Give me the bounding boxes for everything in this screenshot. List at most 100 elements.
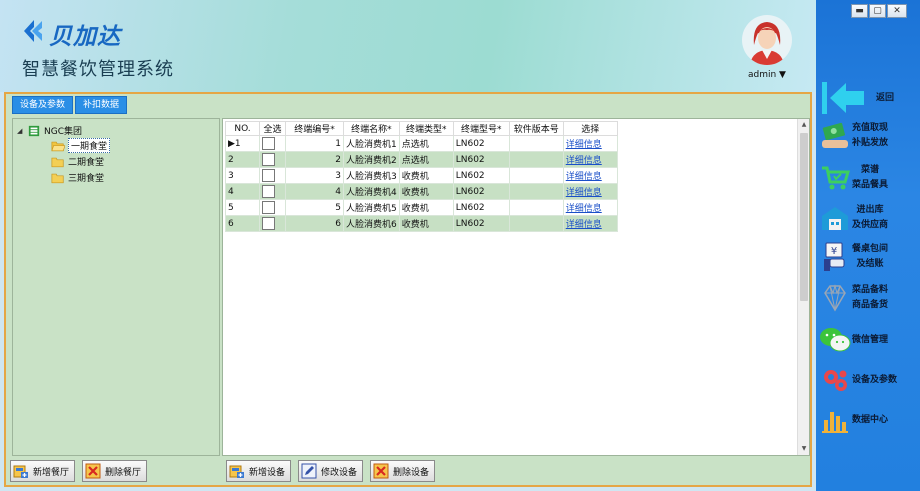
- row-checkbox-cell: [259, 199, 286, 216]
- detail-link[interactable]: 详细信息: [566, 140, 602, 150]
- cell-model: LN602: [452, 183, 510, 200]
- delete-canteen-label: 删除餐厅: [105, 467, 142, 478]
- row-checkbox[interactable]: [262, 201, 275, 214]
- avatar-icon: [742, 15, 792, 65]
- tab-devices-params[interactable]: 设备及参数: [12, 96, 74, 114]
- table-row[interactable]: ▶1 1 人脸消费机1 点选机 LN602 详细信息: [225, 135, 618, 152]
- minimize-button[interactable]: ▬: [851, 4, 868, 18]
- cell-name: 人脸消费机6: [343, 215, 400, 232]
- col-terminal-id[interactable]: 终端编号*: [285, 121, 344, 136]
- cell-detail: 详细信息: [562, 215, 618, 232]
- folder-open-icon: [51, 141, 65, 151]
- col-select-all[interactable]: 全选: [259, 121, 286, 136]
- nav-item-tables[interactable]: ¥ 餐桌包间 及结账: [818, 241, 918, 273]
- table-row[interactable]: 5 5 人脸消费机5 收费机 LN602 详细信息: [225, 199, 618, 216]
- add-device-button[interactable]: 新增设备: [226, 460, 292, 482]
- cell-version: [508, 215, 564, 232]
- tree-item-canteen-3[interactable]: 三期食堂: [51, 170, 104, 185]
- nav-item-devices[interactable]: 设备及参数: [818, 364, 918, 396]
- row-checkbox[interactable]: [262, 169, 275, 182]
- cell-id: 3: [285, 167, 344, 184]
- cell-name: 人脸消费机1: [343, 135, 400, 152]
- row-checkbox[interactable]: [262, 185, 275, 198]
- scroll-down-icon[interactable]: ▼: [798, 443, 810, 455]
- folder-icon: [51, 157, 64, 167]
- maximize-button[interactable]: ▢: [869, 4, 886, 18]
- row-checkbox-cell: [259, 167, 286, 184]
- row-checkbox[interactable]: [262, 153, 275, 166]
- col-software-version[interactable]: 软件版本号: [508, 121, 564, 136]
- row-number: 3: [225, 167, 260, 184]
- col-terminal-name[interactable]: 终端名称*: [343, 121, 400, 136]
- org-tree-icon: [28, 125, 40, 136]
- detail-link[interactable]: 详细信息: [566, 188, 602, 198]
- tree-item-canteen-2[interactable]: 二期食堂: [51, 154, 104, 169]
- device-grid-panel: NO. 全选 终端编号* 终端名称* 终端类型* 终端型号* 软件版本号 选择 …: [222, 118, 810, 456]
- row-number: ▶1: [225, 135, 260, 152]
- scroll-up-icon[interactable]: ▲: [798, 119, 810, 131]
- vertical-scrollbar[interactable]: ▲ ▼: [797, 119, 809, 455]
- cell-name: 人脸消费机3: [343, 167, 400, 184]
- nav-item-menu[interactable]: 菜谱 菜品餐具: [818, 162, 918, 194]
- collapse-icon[interactable]: ◢: [17, 127, 27, 135]
- delete-canteen-button[interactable]: 删除餐厅: [82, 460, 148, 482]
- delete-device-button[interactable]: 删除设备: [370, 460, 436, 482]
- canteen-tree: ◢ NGC集团 一期食堂 二期食堂 三期食堂: [12, 118, 220, 456]
- nav-label-group: 餐桌包间 及结账: [852, 242, 888, 272]
- add-device-label: 新增设备: [249, 467, 286, 478]
- edit-device-label: 修改设备: [321, 467, 358, 478]
- add-device-icon: [229, 465, 244, 478]
- cell-name: 人脸消费机5: [343, 199, 400, 216]
- cell-version: [508, 151, 564, 168]
- col-terminal-model[interactable]: 终端型号*: [452, 121, 510, 136]
- scroll-thumb[interactable]: [800, 133, 808, 301]
- detail-link[interactable]: 详细信息: [566, 156, 602, 166]
- tree-item-label: 二期食堂: [68, 158, 105, 168]
- row-checkbox[interactable]: [262, 217, 275, 230]
- col-terminal-type[interactable]: 终端类型*: [398, 121, 454, 136]
- cell-name: 人脸消费机2: [343, 151, 400, 168]
- nav-item-back[interactable]: 返回: [818, 80, 918, 116]
- add-canteen-button[interactable]: 新增餐厅: [10, 460, 76, 482]
- cell-detail: 详细信息: [562, 167, 618, 184]
- cell-id: 1: [285, 135, 344, 152]
- nav-item-wechat[interactable]: 微信管理: [818, 324, 918, 356]
- nav-item-inventory[interactable]: 进出库 及供应商: [818, 202, 918, 234]
- detail-link[interactable]: 详细信息: [566, 220, 602, 230]
- nav-label-devices: 设备及参数: [852, 374, 898, 385]
- folder-icon: [51, 173, 64, 183]
- nav-label-recharge: 充值取现: [852, 123, 889, 133]
- cell-type: 收费机: [398, 215, 454, 232]
- edit-device-button[interactable]: 修改设备: [298, 460, 364, 482]
- row-checkbox[interactable]: [262, 137, 275, 150]
- row-checkbox-cell: [259, 183, 286, 200]
- table-row[interactable]: 3 3 人脸消费机3 收费机 LN602 详细信息: [225, 167, 618, 184]
- close-button[interactable]: ✕: [887, 4, 907, 18]
- row-number-text: 2: [228, 154, 234, 165]
- table-row[interactable]: 2 2 人脸消费机2 点选机 LN602 详细信息: [225, 151, 618, 168]
- nav-item-prep[interactable]: 菜品备料 商品备货: [818, 282, 918, 314]
- detail-link[interactable]: 详细信息: [566, 172, 602, 182]
- row-checkbox-cell: [259, 215, 286, 232]
- table-row[interactable]: 6 6 人脸消费机6 收费机 LN602 详细信息: [225, 215, 618, 232]
- system-title: 智慧餐饮管理系统: [22, 59, 174, 80]
- tree-item-canteen-1[interactable]: 一期食堂: [51, 138, 111, 153]
- cell-model: LN602: [452, 135, 510, 152]
- row-number-text: 4: [228, 186, 234, 197]
- table-row[interactable]: 4 4 人脸消费机4 收费机 LN602 详细信息: [225, 183, 618, 200]
- nav-item-data[interactable]: 数据中心: [818, 404, 918, 436]
- tree-root-label: NGC集团: [44, 127, 82, 137]
- user-menu[interactable]: admin ▼: [748, 70, 786, 80]
- detail-link[interactable]: 详细信息: [566, 204, 602, 214]
- nav-label-group: 充值取现 补贴发放: [852, 121, 888, 151]
- tree-root[interactable]: ◢ NGC集团: [17, 123, 82, 138]
- nav-label-stock: 商品备货: [852, 300, 889, 310]
- back-arrow-icon: [818, 80, 870, 116]
- nav-label-checkout: 及结账: [856, 259, 884, 269]
- brand-name: 贝加达: [49, 24, 121, 50]
- cell-model: LN602: [452, 167, 510, 184]
- nav-item-recharge[interactable]: 充值取现 补贴发放: [818, 120, 918, 152]
- tab-deduction-data[interactable]: 补扣数据: [75, 96, 128, 114]
- user-avatar[interactable]: [742, 15, 792, 65]
- bar-chart-icon: [818, 404, 852, 436]
